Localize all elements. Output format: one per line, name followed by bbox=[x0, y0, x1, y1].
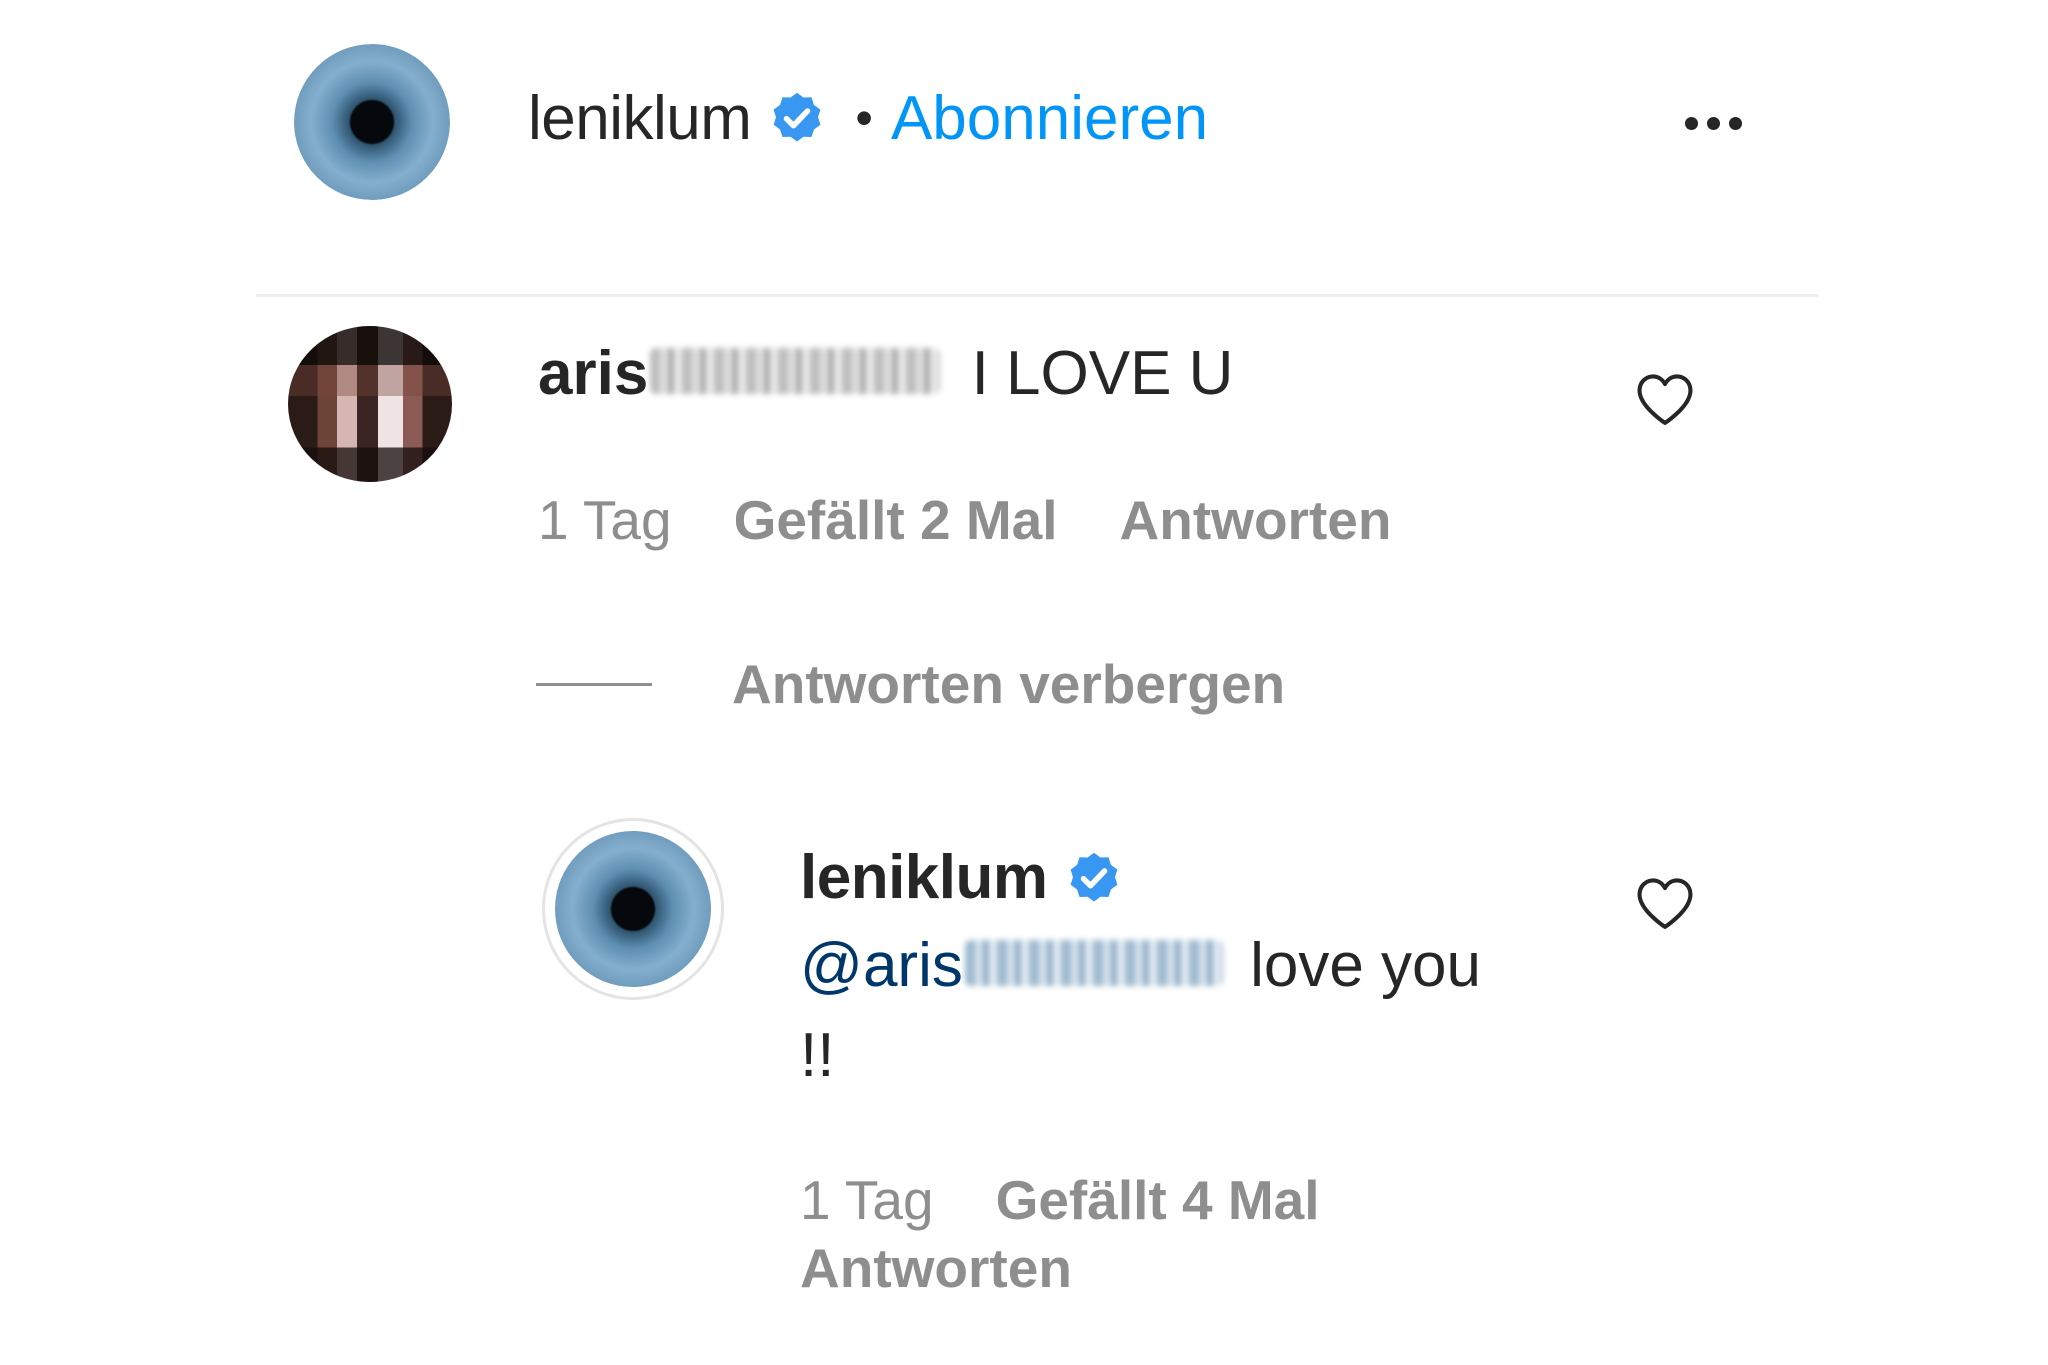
more-options-icon[interactable] bbox=[1685, 117, 1742, 130]
redacted-username bbox=[650, 348, 941, 394]
header-divider bbox=[256, 294, 1818, 297]
reply-reply-button[interactable]: Antworten bbox=[800, 1236, 1072, 1300]
like-comment-heart-icon[interactable] bbox=[1634, 372, 1696, 428]
verified-badge-icon bbox=[1070, 852, 1117, 902]
reply-body: @aris love you bbox=[800, 930, 1481, 1001]
reply-meta: 1 Tag Gefällt 4 Mal bbox=[800, 1168, 1320, 1232]
commenter-username[interactable]: aris bbox=[538, 339, 958, 408]
hide-replies-line bbox=[536, 682, 652, 686]
comment-reply-button[interactable]: Antworten bbox=[1120, 488, 1392, 552]
comment-meta: 1 Tag Gefällt 2 Mal Antworten bbox=[538, 488, 1391, 552]
reply-author-username[interactable]: leniklum bbox=[800, 842, 1048, 913]
like-reply-heart-icon[interactable] bbox=[1634, 876, 1696, 932]
reply-mention-link[interactable]: @aris bbox=[800, 931, 1240, 1000]
post-author-username[interactable]: leniklum bbox=[528, 83, 752, 154]
comment-body: aris I LOVE U bbox=[538, 338, 1233, 409]
verified-badge-icon bbox=[774, 92, 821, 142]
commenter-avatar[interactable] bbox=[288, 326, 452, 482]
reply-likes-count[interactable]: Gefällt 4 Mal bbox=[996, 1168, 1320, 1232]
reply-text-line2: !! bbox=[800, 1021, 835, 1090]
redacted-mention bbox=[964, 940, 1223, 986]
reply-author-avatar[interactable] bbox=[542, 818, 724, 1000]
hide-replies-label: Antworten verbergen bbox=[732, 653, 1286, 715]
reply-text: love you bbox=[1250, 931, 1482, 1000]
reply-timestamp[interactable]: 1 Tag bbox=[800, 1168, 934, 1232]
subscribe-button[interactable]: Abonnieren bbox=[891, 83, 1208, 154]
post-header: leniklum • Abonnieren bbox=[528, 78, 1208, 158]
comment-timestamp[interactable]: 1 Tag bbox=[538, 488, 672, 552]
post-author-avatar[interactable] bbox=[294, 44, 450, 200]
hide-replies-toggle[interactable]: Antworten verbergen bbox=[536, 652, 1285, 716]
eye-avatar-image bbox=[555, 831, 711, 987]
comment-text: I LOVE U bbox=[971, 339, 1234, 408]
eye-avatar-image bbox=[294, 44, 450, 200]
reply-author-row: leniklum bbox=[800, 842, 1122, 913]
comment-likes-count[interactable]: Gefällt 2 Mal bbox=[734, 488, 1058, 552]
header-separator: • bbox=[855, 90, 873, 146]
